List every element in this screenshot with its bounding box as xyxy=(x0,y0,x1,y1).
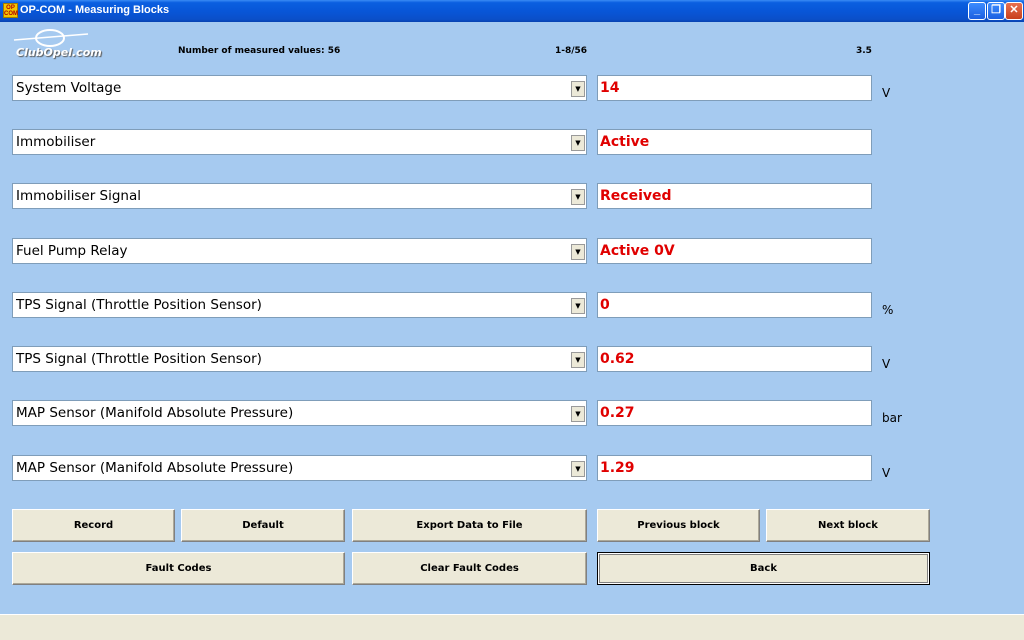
fault-codes-button[interactable]: Fault Codes xyxy=(12,552,345,585)
measurement-row: Fuel Pump Relay ▼ Active 0V xyxy=(0,238,1024,264)
dropdown-arrow-icon[interactable]: ▼ xyxy=(571,135,585,151)
clear-fault-codes-button[interactable]: Clear Fault Codes xyxy=(352,552,587,585)
measurement-row: TPS Signal (Throttle Position Sensor) ▼ 0… xyxy=(0,292,1024,318)
measurement-value: 1.29 xyxy=(597,455,872,481)
logo-text: ClubOpel.com xyxy=(16,46,102,59)
measurement-value: Active xyxy=(597,129,872,155)
measured-values-count: Number of measured values: 56 xyxy=(178,46,341,56)
measurement-name: TPS Signal (Throttle Position Sensor) xyxy=(16,297,262,313)
next-block-button[interactable]: Next block xyxy=(766,509,930,542)
measurement-name: Fuel Pump Relay xyxy=(16,243,128,259)
maximize-button[interactable]: ❐ xyxy=(987,2,1005,20)
measurement-select[interactable]: Immobiliser ▼ xyxy=(12,129,587,155)
measurement-name: Immobiliser xyxy=(16,134,96,150)
measurement-row: System Voltage ▼ 14 V xyxy=(0,75,1024,101)
measurement-name: TPS Signal (Throttle Position Sensor) xyxy=(16,351,262,367)
measurement-row: Immobiliser Signal ▼ Received xyxy=(0,183,1024,209)
export-data-button[interactable]: Export Data to File xyxy=(352,509,587,542)
minimize-button[interactable]: _ xyxy=(968,2,986,20)
app-icon: OP COM xyxy=(3,3,18,18)
close-button[interactable]: ✕ xyxy=(1005,2,1023,20)
measurement-name: MAP Sensor (Manifold Absolute Pressure) xyxy=(16,405,294,421)
measurement-select[interactable]: Fuel Pump Relay ▼ xyxy=(12,238,587,264)
dropdown-arrow-icon[interactable]: ▼ xyxy=(571,81,585,97)
measurement-value: 14 xyxy=(597,75,872,101)
measurement-row: MAP Sensor (Manifold Absolute Pressure) ▼… xyxy=(0,400,1024,426)
club-opel-logo: ClubOpel.com xyxy=(12,28,122,62)
back-button[interactable]: Back xyxy=(597,552,930,585)
measurement-select[interactable]: Immobiliser Signal ▼ xyxy=(12,183,587,209)
measurement-unit: % xyxy=(882,303,894,317)
dropdown-arrow-icon[interactable]: ▼ xyxy=(571,352,585,368)
measurement-value: 0 xyxy=(597,292,872,318)
status-bar xyxy=(0,614,1024,640)
measurement-select[interactable]: System Voltage ▼ xyxy=(12,75,587,101)
measurement-row: MAP Sensor (Manifold Absolute Pressure) ▼… xyxy=(0,455,1024,481)
dropdown-arrow-icon[interactable]: ▼ xyxy=(571,244,585,260)
measurement-select[interactable]: MAP Sensor (Manifold Absolute Pressure) ▼ xyxy=(12,455,587,481)
measurement-unit: V xyxy=(882,86,891,100)
measurement-unit: bar xyxy=(882,411,902,425)
measurement-name: System Voltage xyxy=(16,80,122,96)
dropdown-arrow-icon[interactable]: ▼ xyxy=(571,189,585,205)
measurement-row: TPS Signal (Throttle Position Sensor) ▼ 0… xyxy=(0,346,1024,372)
block-range: 1-8/56 xyxy=(555,46,588,56)
minimize-icon: _ xyxy=(973,4,981,16)
close-icon: ✕ xyxy=(1009,4,1019,16)
measurement-unit: V xyxy=(882,357,891,371)
measurement-value: 0.27 xyxy=(597,400,872,426)
dropdown-arrow-icon[interactable]: ▼ xyxy=(571,406,585,422)
default-button[interactable]: Default xyxy=(181,509,345,542)
dropdown-arrow-icon[interactable]: ▼ xyxy=(571,298,585,314)
measurement-select[interactable]: MAP Sensor (Manifold Absolute Pressure) ▼ xyxy=(12,400,587,426)
measurement-name: MAP Sensor (Manifold Absolute Pressure) xyxy=(16,460,294,476)
window-title: OP-COM - Measuring Blocks xyxy=(20,4,170,16)
measurement-row: Immobiliser ▼ Active xyxy=(0,129,1024,155)
measurement-name: Immobiliser Signal xyxy=(16,188,142,204)
previous-block-button[interactable]: Previous block xyxy=(597,509,760,542)
title-bar: OP COM OP-COM - Measuring Blocks _ ❐ ✕ xyxy=(0,0,1024,22)
dropdown-arrow-icon[interactable]: ▼ xyxy=(571,461,585,477)
measurement-value: 0.62 xyxy=(597,346,872,372)
measurement-unit: V xyxy=(882,466,891,480)
restore-icon: ❐ xyxy=(991,4,1001,16)
measurement-select[interactable]: TPS Signal (Throttle Position Sensor) ▼ xyxy=(12,346,587,372)
measurement-value: Received xyxy=(597,183,872,209)
record-button[interactable]: Record xyxy=(12,509,175,542)
version-label: 3.5 xyxy=(856,46,872,56)
measurement-select[interactable]: TPS Signal (Throttle Position Sensor) ▼ xyxy=(12,292,587,318)
measurement-value: Active 0V xyxy=(597,238,872,264)
